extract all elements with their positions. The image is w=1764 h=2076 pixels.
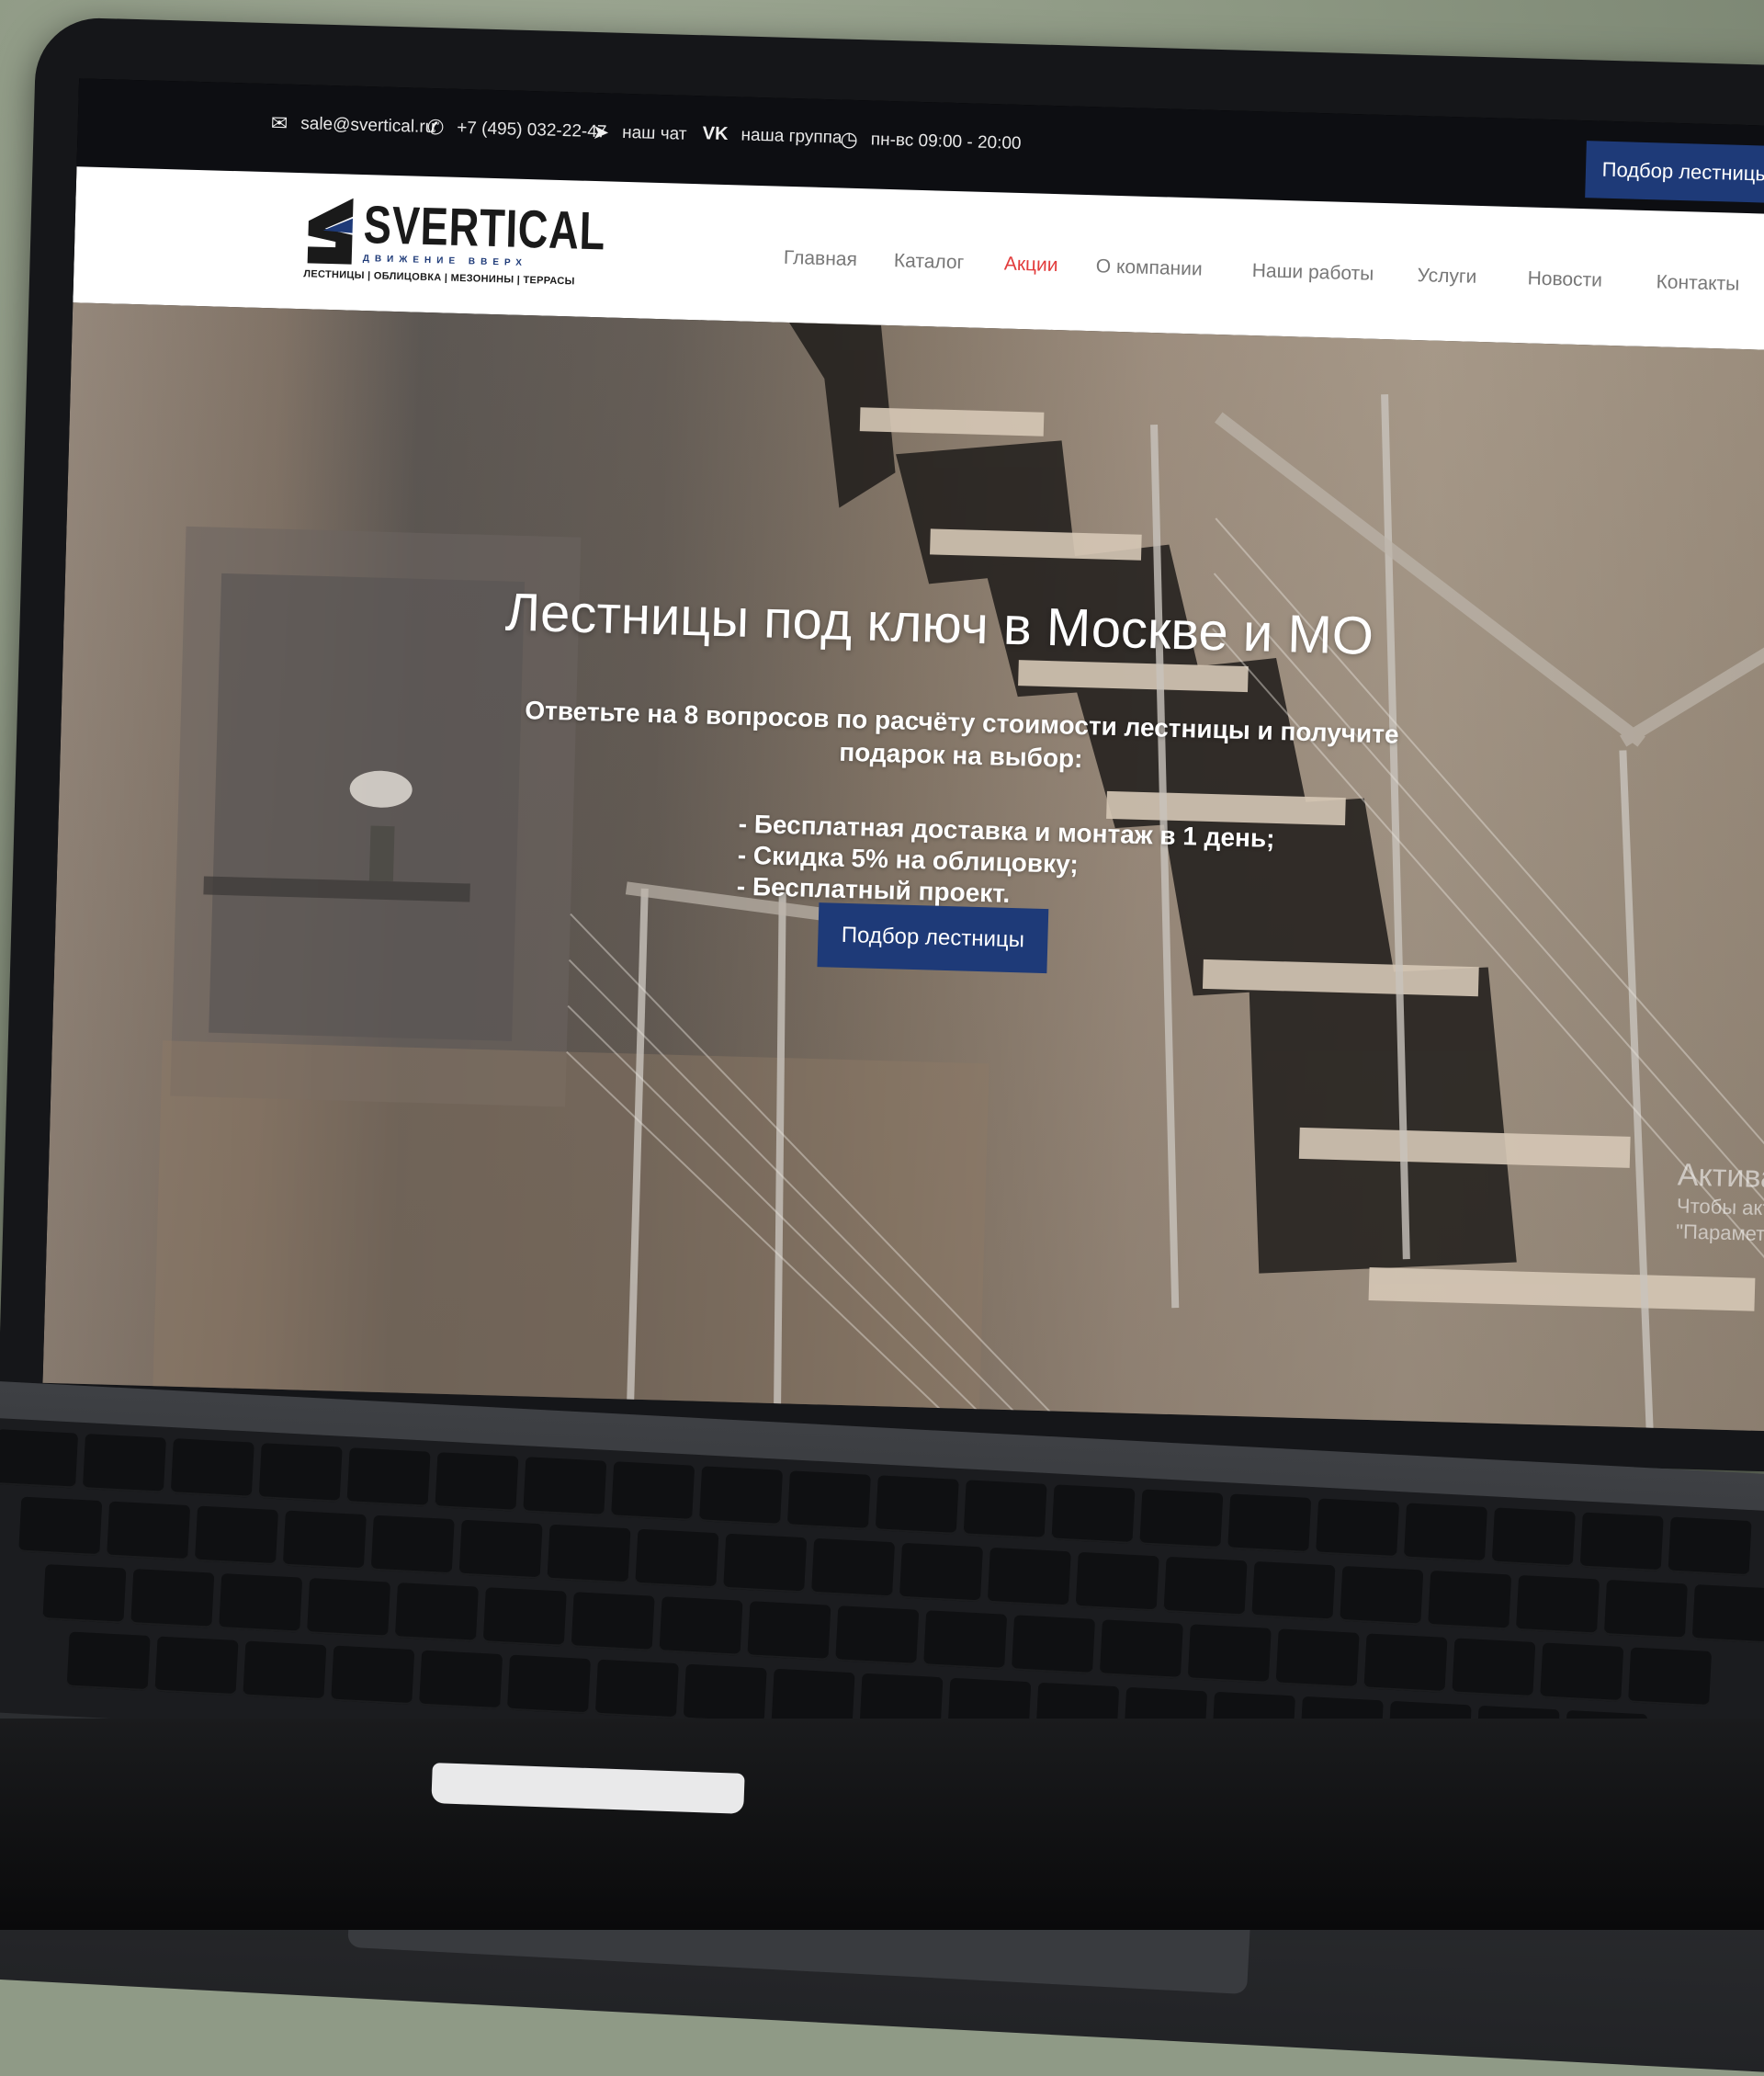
benefits-list: - Бесплатная доставка и монтаж в 1 день;…	[736, 809, 1275, 917]
group-text: наша группа	[741, 124, 842, 148]
nav-item-catalog[interactable]: Каталог	[894, 250, 965, 274]
logo-mark-icon	[307, 198, 354, 265]
nav-item-promotions[interactable]: Акции	[1004, 254, 1058, 278]
stair-selection-button-hero[interactable]: Подбор лестницы	[817, 902, 1049, 974]
stair-selection-button-top[interactable]: Подбор лестницы	[1585, 141, 1764, 204]
activation-line: Чтобы активи	[1676, 1194, 1764, 1221]
mail-icon: ✉	[270, 111, 288, 135]
phone-link[interactable]: ✆ +7 (495) 032-22-47	[426, 116, 606, 144]
nav-item-contacts[interactable]: Контакты	[1656, 271, 1739, 296]
activation-line: "Параметры"	[1675, 1220, 1764, 1247]
logo[interactable]: SVERTICAL ДВИЖЕНИЕ ВВЕРХ ЛЕСТНИЦЫ | ОБЛИ…	[303, 189, 606, 298]
logo-services: ЛЕСТНИЦЫ | ОБЛИЦОВКА | МЕЗОНИНЫ | ТЕРРАС…	[303, 268, 575, 288]
clock-icon: ◷	[840, 127, 859, 152]
activation-title: Активаци	[1677, 1157, 1764, 1197]
nav-item-works[interactable]: Наши работы	[1251, 260, 1374, 286]
chat-link[interactable]: ➤ наш чат	[592, 120, 686, 147]
working-hours: ◷ пн-вс 09:00 - 20:00	[840, 127, 1022, 155]
telegram-icon: ➤	[592, 119, 610, 144]
windows-activation-watermark: Активаци Чтобы активи "Параметры"	[1676, 1156, 1764, 1248]
vk-icon: VK	[702, 123, 729, 145]
laptop-lid: ✉ sale@svertical.ru ✆ +7 (495) 032-22-47…	[0, 17, 1764, 1472]
email-text: sale@svertical.ru	[300, 114, 435, 138]
phone-text: +7 (495) 032-22-47	[456, 118, 607, 142]
hero-section: Лестницы под ключ в Москве и МО Ответьте…	[42, 302, 1764, 1432]
nav-item-services[interactable]: Услуги	[1417, 265, 1476, 289]
nav-item-home[interactable]: Главная	[784, 247, 858, 271]
chat-text: наш чат	[621, 122, 687, 144]
logo-name: SVERTICAL	[362, 195, 607, 262]
group-link[interactable]: VK наша группа	[702, 123, 842, 148]
hours-text: пн-вс 09:00 - 20:00	[870, 130, 1022, 153]
nav-item-news[interactable]: Новости	[1527, 267, 1602, 291]
phone-icon: ✆	[426, 115, 445, 140]
laptop-front-edge	[0, 1719, 1764, 1930]
email-link[interactable]: ✉ sale@svertical.ru	[270, 111, 435, 140]
browser-screen: ✉ sale@svertical.ru ✆ +7 (495) 032-22-47…	[42, 78, 1764, 1432]
nav-item-about[interactable]: О компании	[1096, 255, 1203, 280]
